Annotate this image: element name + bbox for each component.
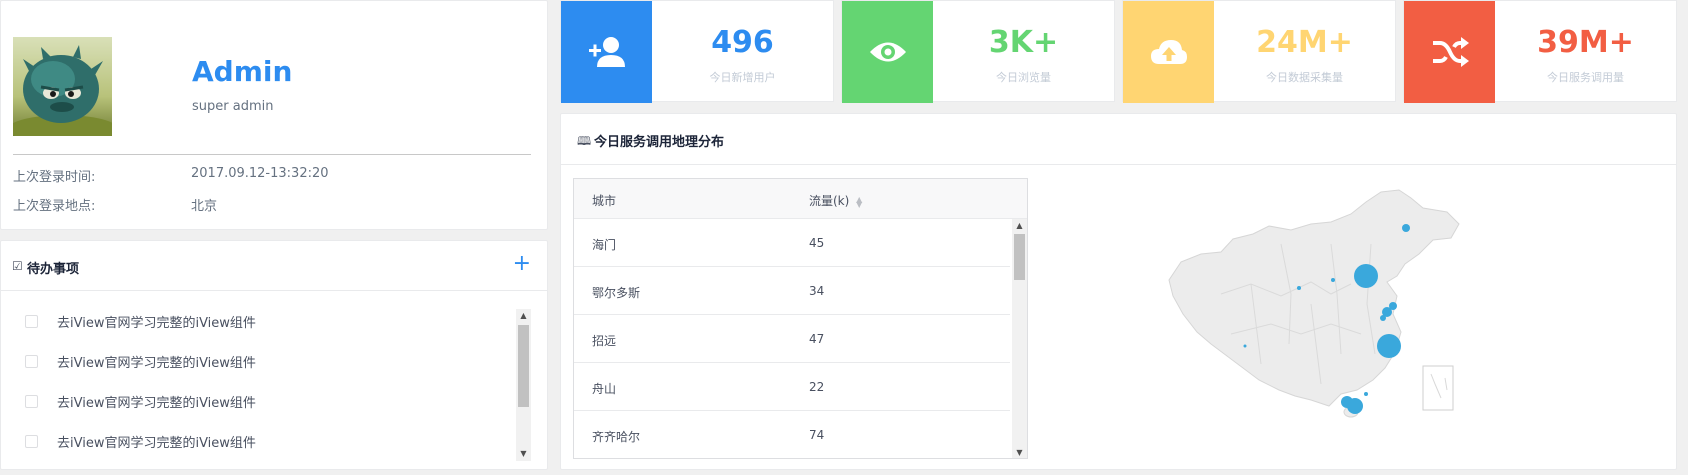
last-login-place-label: 上次登录地点:: [13, 199, 96, 214]
table-header: 城市 流量(k) ▲ ▼: [574, 179, 1027, 219]
todo-text: 去iView官网学习完整的iView组件: [57, 315, 256, 331]
column-header-traffic-label: 流量(k): [809, 194, 850, 208]
table-row: 鄂尔多斯 34: [574, 267, 1010, 315]
scroll-down-icon[interactable]: ▼: [1012, 446, 1027, 458]
todo-card: ☑ 待办事项 + 去iView官网学习完整的iView组件 去iView官网学习…: [0, 240, 548, 470]
stat-value: 496: [711, 25, 774, 60]
stat-label: 今日浏览量: [996, 71, 1051, 84]
table-row: 招远 47: [574, 315, 1010, 363]
column-header-traffic[interactable]: 流量(k) ▲ ▼: [809, 192, 862, 209]
profile-card: Admin super admin 上次登录时间: 2017.09.12-13:…: [0, 0, 548, 230]
todo-header: ☑ 待办事项 +: [1, 241, 547, 291]
todo-checkbox[interactable]: [25, 394, 38, 408]
map-point[interactable]: [1377, 334, 1401, 358]
map-card-title: 今日服务调用地理分布: [594, 135, 725, 150]
user-name: Admin: [192, 55, 293, 88]
last-login-place: 北京: [191, 199, 218, 214]
map-point[interactable]: [1402, 224, 1410, 232]
column-header-city: 城市: [592, 194, 617, 208]
stat-label: 今日新增用户: [709, 71, 776, 84]
divider: [13, 154, 531, 155]
cell-traffic: 47: [809, 332, 825, 346]
stat-card-new-users: 496 今日新增用户: [560, 0, 834, 103]
last-login-time: 2017.09.12-13:32:20: [191, 166, 329, 181]
scroll-thumb[interactable]: [518, 325, 529, 407]
todo-list: 去iView官网学习完整的iView组件 去iView官网学习完整的iView组…: [25, 301, 547, 461]
city-traffic-table: 城市 流量(k) ▲ ▼ 海门 45 鄂尔多斯 34 招远 47 舟山 22 齐…: [573, 178, 1028, 459]
todo-scrollbar[interactable]: ▲ ▼: [516, 309, 531, 461]
cell-city: 齐齐哈尔: [592, 430, 641, 444]
todo-item: 去iView官网学习完整的iView组件: [25, 341, 547, 381]
china-map[interactable]: [1161, 184, 1501, 459]
table-scrollbar[interactable]: ▲ ▼: [1012, 219, 1027, 458]
geo-distribution-card: 🕮 今日服务调用地理分布 城市 流量(k) ▲ ▼ 海门 45 鄂尔多斯 34 招…: [560, 113, 1677, 470]
stat-card-data-collected: 24M+ 今日数据采集量: [1122, 0, 1396, 103]
scroll-up-icon[interactable]: ▲: [1012, 219, 1027, 233]
cell-city: 海门: [592, 238, 617, 252]
todo-checkbox[interactable]: [25, 314, 38, 328]
map-point[interactable]: [1364, 392, 1368, 396]
map-card-header: 🕮 今日服务调用地理分布: [561, 114, 1676, 165]
stat-value: 39M+: [1537, 25, 1634, 60]
map-point[interactable]: [1380, 315, 1386, 321]
stat-card-service-calls: 39M+ 今日服务调用量: [1403, 0, 1677, 103]
stat-value: 3K+: [988, 25, 1059, 60]
last-login-time-label: 上次登录时间:: [13, 170, 96, 185]
todo-text: 去iView官网学习完整的iView组件: [57, 435, 256, 451]
stat-label: 今日服务调用量: [1547, 71, 1624, 84]
map-point[interactable]: [1354, 264, 1378, 288]
todo-title: 待办事项: [27, 262, 80, 277]
eye-icon: [842, 1, 933, 103]
checkbox-icon: ☑: [12, 259, 23, 273]
todo-item: 去iView官网学习完整的iView组件: [25, 421, 547, 461]
cell-city: 招远: [592, 334, 617, 348]
table-row: 舟山 22: [574, 363, 1010, 411]
table-body: 海门 45 鄂尔多斯 34 招远 47 舟山 22 齐齐哈尔 74: [574, 219, 1010, 458]
user-role: super admin: [192, 99, 274, 114]
map-point[interactable]: [1347, 398, 1363, 414]
sort-icon[interactable]: ▲ ▼: [856, 195, 862, 208]
map-point[interactable]: [1297, 286, 1301, 290]
todo-text: 去iView官网学习完整的iView组件: [57, 395, 256, 411]
todo-item: 去iView官网学习完整的iView组件: [25, 381, 547, 421]
todo-text: 去iView官网学习完整的iView组件: [57, 355, 256, 371]
stat-label: 今日数据采集量: [1266, 71, 1343, 84]
add-user-icon: [561, 1, 652, 103]
cell-traffic: 34: [809, 284, 825, 298]
cell-traffic: 22: [809, 380, 825, 394]
scroll-down-icon[interactable]: ▼: [516, 447, 531, 461]
add-todo-button[interactable]: +: [513, 251, 531, 276]
cell-city: 舟山: [592, 382, 617, 396]
table-row: 齐齐哈尔 74: [574, 411, 1010, 458]
stat-card-views: 3K+ 今日浏览量: [841, 0, 1115, 103]
shuffle-icon: [1404, 1, 1495, 103]
table-row: 海门 45: [574, 219, 1010, 267]
todo-item: 去iView官网学习完整的iView组件: [25, 301, 547, 341]
todo-checkbox[interactable]: [25, 434, 38, 448]
cell-traffic: 45: [809, 236, 825, 250]
cloud-upload-icon: [1123, 1, 1214, 103]
todo-checkbox[interactable]: [25, 354, 38, 368]
avatar: [13, 37, 112, 136]
stat-value: 24M+: [1256, 25, 1353, 60]
scroll-thumb[interactable]: [1014, 234, 1025, 280]
cell-city: 鄂尔多斯: [592, 286, 641, 300]
map-point[interactable]: [1331, 278, 1335, 282]
cell-traffic: 74: [809, 428, 825, 442]
scroll-up-icon[interactable]: ▲: [516, 309, 531, 323]
map-point[interactable]: [1243, 344, 1247, 348]
map-icon: 🕮: [577, 134, 592, 148]
